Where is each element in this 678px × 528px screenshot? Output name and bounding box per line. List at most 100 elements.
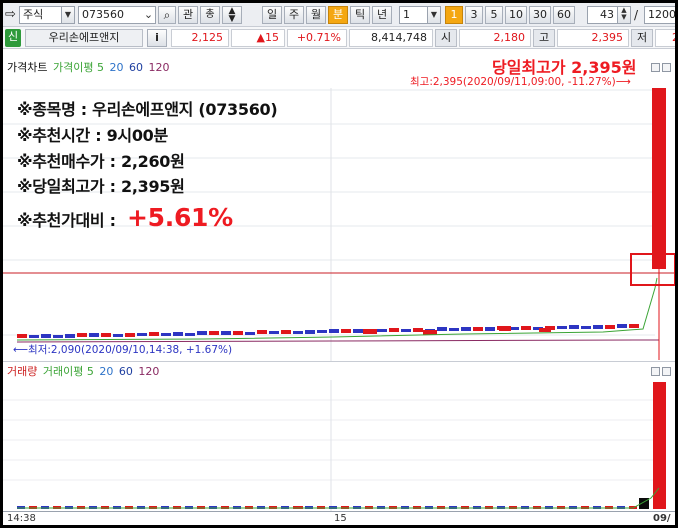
candle xyxy=(29,335,39,338)
candle xyxy=(499,326,511,331)
candle xyxy=(281,330,291,334)
info-rec-price: ※추천매수가 : 2,260원 xyxy=(17,152,185,171)
high-annotation: 최고:2,395(2020/09/11,09:00, -11.27%)⟶ xyxy=(410,76,631,88)
candle xyxy=(65,334,75,338)
info-ratio-value: +5.61% xyxy=(127,203,233,232)
period-month-button[interactable]: 월 xyxy=(306,6,326,24)
candle xyxy=(401,329,411,332)
time-axis-label: 15 xyxy=(334,513,347,524)
total-count-input[interactable]: 1200 xyxy=(644,6,675,24)
close-icon[interactable] xyxy=(662,367,671,376)
count-stepper[interactable]: 43 ▲ ▼ xyxy=(587,6,631,24)
period-day-button[interactable]: 일 xyxy=(262,6,282,24)
volume-chart[interactable] xyxy=(3,380,675,511)
time-axis-label: 14:38 xyxy=(7,513,36,524)
volume-legend-item: 거래이평 5 xyxy=(42,365,94,378)
info-ratio: ※추천가대비 : +5.61% xyxy=(17,203,233,232)
change-percent: +0.71% xyxy=(287,29,347,47)
volume-legend-item: 60 xyxy=(118,365,133,378)
price-change: ▲15 xyxy=(231,29,285,47)
high-label: 고 xyxy=(533,29,555,47)
period-tick-button[interactable]: 틱 xyxy=(350,6,370,24)
stock-info-button[interactable]: i xyxy=(147,29,167,47)
price-legend-item: 120 xyxy=(148,61,170,74)
stock-name-label: 우리손에프앤지 xyxy=(25,29,143,47)
count-value: 43 xyxy=(600,8,614,21)
time-axis: 14:38 15 09/ xyxy=(3,511,675,525)
current-price: 2,125 xyxy=(171,29,229,47)
volume-legend-item: 20 xyxy=(99,365,114,378)
pane-divider[interactable] xyxy=(3,361,675,362)
candle xyxy=(149,332,159,336)
group-button[interactable]: 총 xyxy=(200,6,220,24)
price-legend-item: 가격차트 xyxy=(7,61,48,74)
last-candle xyxy=(652,88,666,269)
chevron-down-icon[interactable]: ▼ xyxy=(61,7,74,23)
volume-pane-legend: 거래량 거래이평 5 20 60 120 xyxy=(7,363,161,380)
quote-bar: 신 우리손에프앤지 i 2,125 ▲15 +0.71% 8,414,748 시… xyxy=(3,27,675,49)
up-down-icon[interactable]: ▲ ▼ xyxy=(617,7,630,23)
up-down-icon: ▲ ▼ xyxy=(228,6,236,24)
candle xyxy=(89,333,99,337)
close-icon[interactable] xyxy=(662,63,671,72)
candle xyxy=(363,329,377,334)
chart-window: ⇨ 주식 ▼ 073560 ⌄ ⌕ 관 총 ▲ ▼ 일 주 월 분 틱 년 1 ▼… xyxy=(3,3,675,525)
interval-5-button[interactable]: 5 xyxy=(485,6,503,24)
market-type-select[interactable]: 주식 ▼ xyxy=(19,6,75,24)
price-legend-item: 가격이평 5 xyxy=(52,61,104,74)
candle xyxy=(269,331,279,334)
chevron-down-icon[interactable]: ⌄ xyxy=(142,7,155,23)
open-price: 2,180 xyxy=(459,29,531,47)
minimize-icon[interactable] xyxy=(651,367,660,376)
candle xyxy=(293,331,303,334)
period-year-button[interactable]: 년 xyxy=(372,6,392,24)
period-minute-button[interactable]: 분 xyxy=(328,6,348,24)
candle xyxy=(101,333,111,337)
period-value: 1 xyxy=(403,8,410,21)
stepper-button[interactable]: ▲ ▼ xyxy=(222,6,242,24)
interval-30-button[interactable]: 30 xyxy=(529,6,551,24)
info-ratio-label: ※추천가대비 : xyxy=(17,211,116,230)
period-value-select[interactable]: 1 ▼ xyxy=(399,6,441,24)
info-rec-time: ※추천시간 : 9시00분 xyxy=(17,126,168,145)
interest-button[interactable]: 관 xyxy=(178,6,198,24)
market-type-value: 주식 xyxy=(23,8,44,21)
period-week-button[interactable]: 주 xyxy=(284,6,304,24)
candle xyxy=(629,324,639,328)
candle xyxy=(257,330,267,334)
candle xyxy=(137,333,147,336)
candle xyxy=(449,328,459,331)
candle xyxy=(317,330,327,333)
interval-1-button[interactable]: 1 xyxy=(445,6,463,24)
candle xyxy=(209,331,219,335)
candle xyxy=(197,331,207,335)
interval-10-button[interactable]: 10 xyxy=(505,6,527,24)
price-legend-item: 60 xyxy=(128,61,143,74)
candle xyxy=(77,333,87,337)
pin-icon[interactable]: ⇨ xyxy=(5,6,19,24)
price-legend-item: 20 xyxy=(109,61,124,74)
candle xyxy=(461,327,471,331)
candle xyxy=(605,325,615,329)
interval-60-button[interactable]: 60 xyxy=(553,6,575,24)
candle xyxy=(221,331,231,335)
candle xyxy=(305,330,315,334)
candle xyxy=(593,325,603,329)
candle xyxy=(569,325,579,329)
chevron-down-icon[interactable]: ▼ xyxy=(427,7,440,23)
volume-bar xyxy=(653,382,666,509)
candle xyxy=(233,331,243,335)
info-stock-name: ※종목명 : 우리손에프앤지 (073560) xyxy=(17,100,278,119)
stock-code-input[interactable]: 073560 ⌄ xyxy=(78,6,156,24)
credit-badge: 신 xyxy=(5,29,21,47)
search-button[interactable]: ⌕ xyxy=(158,6,176,24)
interval-3-button[interactable]: 3 xyxy=(465,6,483,24)
info-day-high: ※당일최고가 : 2,395원 xyxy=(17,177,185,196)
minimize-icon[interactable] xyxy=(651,63,660,72)
candle xyxy=(125,333,135,337)
volume-average-line xyxy=(17,487,660,509)
candle xyxy=(413,328,423,332)
stock-code-value: 073560 xyxy=(82,8,124,21)
candle xyxy=(473,327,483,331)
open-label: 시 xyxy=(435,29,457,47)
